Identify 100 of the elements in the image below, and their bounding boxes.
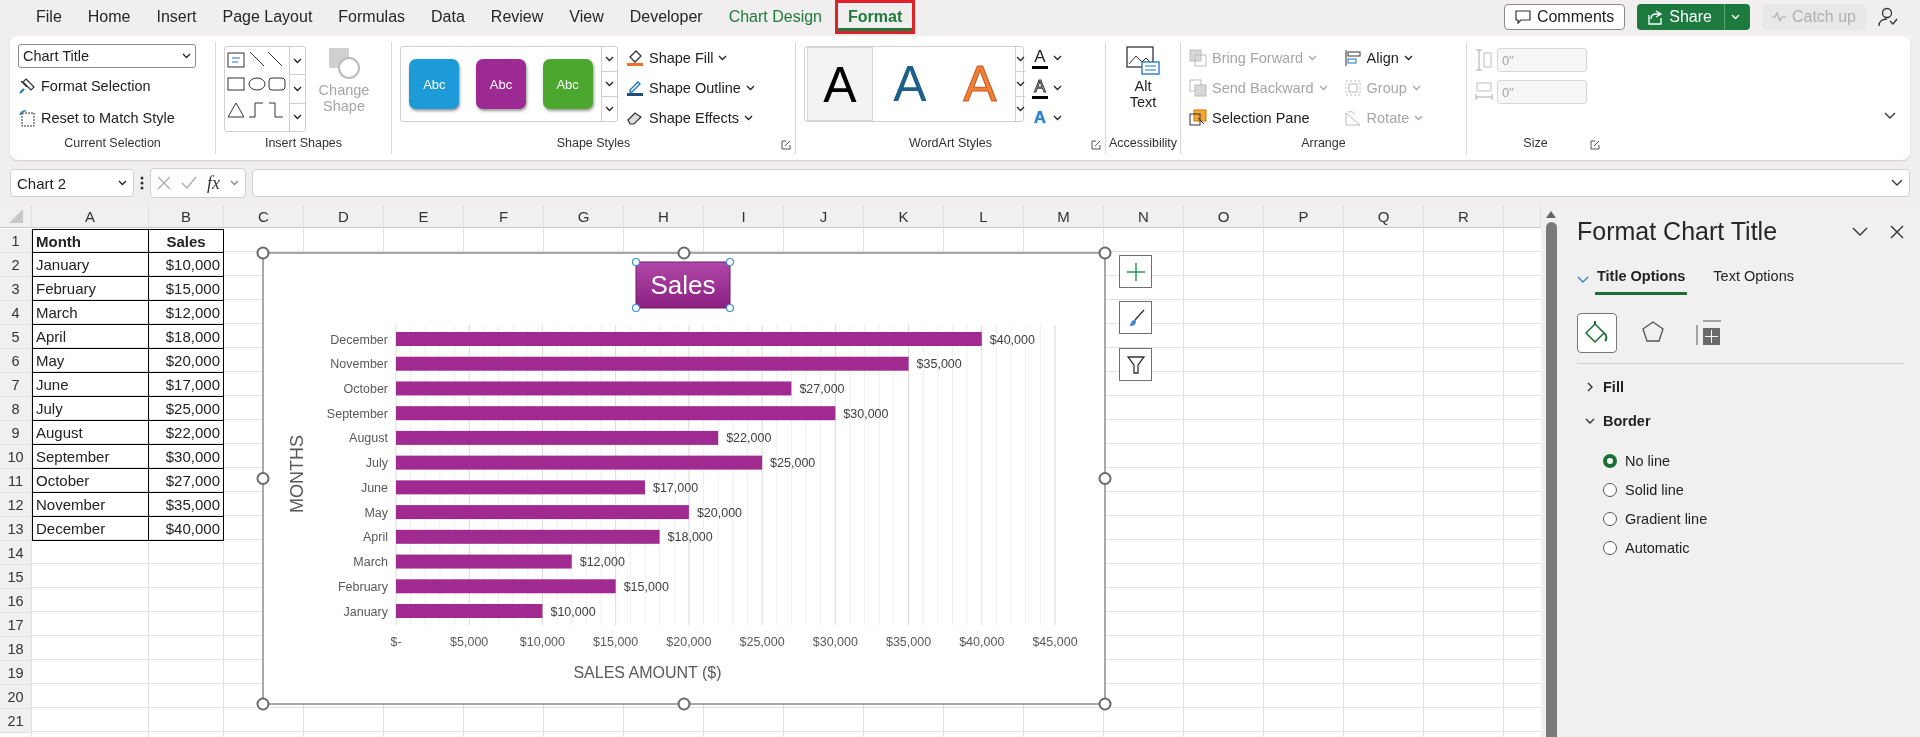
row-header[interactable]: 11 [0,469,32,493]
ribbon-tab[interactable]: View [559,2,614,31]
scrollbar-thumb[interactable] [1545,222,1557,737]
column-header[interactable]: I [704,205,784,228]
dialog-launcher-icon[interactable] [1590,140,1600,150]
shape-format-button[interactable]: Shape Effects [626,104,755,132]
resize-handle[interactable] [256,697,270,711]
row-header[interactable]: 20 [0,685,32,709]
arrange-button[interactable]: Selection Pane [1189,104,1328,132]
column-header[interactable]: J [784,205,864,228]
shape-style-swatch[interactable]: Abc [476,59,526,109]
row-header[interactable]: 21 [0,709,32,733]
ribbon-tab[interactable]: Formulas [328,2,416,31]
ribbon-tab[interactable]: Developer [619,2,713,31]
title-handle[interactable] [631,257,641,267]
title-handle[interactable] [631,303,641,313]
row-header[interactable]: 4 [0,301,32,325]
chart-filters-button[interactable] [1119,348,1152,381]
row-header[interactable]: 15 [0,565,32,589]
chevron-down-icon[interactable] [1852,226,1868,237]
format-selection-button[interactable]: Format Selection [18,72,196,100]
row-header[interactable]: 14 [0,541,32,565]
row-header[interactable]: 17 [0,613,32,637]
text-format-button[interactable]: A [1032,44,1062,72]
ribbon-tab[interactable]: Chart Design [718,2,832,31]
column-header[interactable]: G [544,205,624,228]
chart-element-dropdown[interactable]: Chart Title [18,44,196,68]
border-option[interactable]: No line [1603,450,1904,471]
arrange-button[interactable]: Align [1343,44,1424,72]
radio-button[interactable] [1603,511,1617,526]
column-header[interactable]: H [624,205,704,228]
ribbon-tab[interactable]: Format [838,2,913,31]
ribbon-tab[interactable]: Home [77,2,141,31]
title-handle[interactable] [725,303,735,313]
row-header[interactable]: 6 [0,349,32,373]
shape-format-button[interactable]: Shape Outline [626,74,755,102]
column-header[interactable]: A [32,205,149,228]
ribbon-tab[interactable]: Review [480,2,554,31]
column-header[interactable]: K [864,205,944,228]
radio-button[interactable] [1603,453,1617,468]
row-header[interactable]: 3 [0,277,32,301]
row-header[interactable]: 18 [0,637,32,661]
border-option[interactable]: Automatic [1603,537,1904,558]
ribbon-tab[interactable]: Insert [146,2,207,31]
wordart-style-sample[interactable]: A [877,47,943,121]
ribbon-tab[interactable]: File [26,2,72,31]
column-header[interactable]: C [224,205,304,228]
title-handle[interactable] [725,257,735,267]
row-header[interactable]: 7 [0,373,32,397]
row-header[interactable]: 12 [0,493,32,517]
row-header[interactable]: 8 [0,397,32,421]
row-header[interactable]: 16 [0,589,32,613]
row-header[interactable]: 1 [0,229,32,253]
ribbon-tab[interactable]: Data [421,2,475,31]
section-header[interactable]: Fill [1577,376,1624,398]
row-header[interactable]: 5 [0,325,32,349]
radio-button[interactable] [1603,482,1617,497]
row-header[interactable]: 10 [0,445,32,469]
resize-handle[interactable] [677,246,691,260]
column-header[interactable]: R [1424,205,1504,228]
shape-format-button[interactable]: Shape Fill [626,44,755,72]
expand-icon[interactable] [1891,179,1903,187]
column-header[interactable]: Q [1344,205,1424,228]
border-option[interactable]: Gradient line [1603,508,1904,529]
dialog-launcher-icon[interactable] [1091,140,1101,150]
column-header[interactable]: M [1024,205,1104,228]
column-header[interactable]: B [149,205,224,228]
column-header[interactable]: L [944,205,1024,228]
radio-button[interactable] [1603,540,1617,555]
person-icon[interactable] [1878,6,1898,27]
formula-input[interactable] [252,169,1910,197]
row-header[interactable]: 9 [0,421,32,445]
column-header[interactable]: D [304,205,384,228]
resize-handle[interactable] [1098,472,1112,485]
resize-handle[interactable] [677,697,691,711]
panel-tab[interactable]: Text Options [1711,264,1796,295]
text-format-button[interactable]: A [1032,104,1062,132]
panel-tab[interactable]: Title Options [1595,264,1688,295]
column-header[interactable]: N [1104,205,1184,228]
resize-handle[interactable] [256,472,270,485]
row-header[interactable]: 19 [0,661,32,685]
more-options-icon[interactable] [140,176,144,190]
dialog-launcher-icon[interactable] [781,140,791,150]
text-format-button[interactable]: A [1032,74,1062,102]
ribbon-tab[interactable]: Page Layout [212,2,323,31]
share-button[interactable]: Share [1637,3,1750,30]
column-header[interactable]: P [1264,205,1344,228]
resize-handle[interactable] [1098,246,1112,260]
border-option[interactable]: Solid line [1603,479,1904,500]
row-header[interactable]: 13 [0,517,32,541]
check-icon[interactable] [181,176,197,190]
wordart-style-sample[interactable]: A [807,47,873,121]
resize-handle[interactable] [256,246,270,260]
column-header[interactable]: E [384,205,464,228]
scroll-up-icon[interactable] [1546,211,1556,218]
comments-button[interactable]: Comments [1503,3,1626,30]
section-header[interactable]: Border [1577,410,1651,432]
fill-line-tab[interactable] [1577,313,1617,353]
insert-function-button[interactable]: fx [207,172,220,194]
row-header[interactable]: 2 [0,253,32,277]
